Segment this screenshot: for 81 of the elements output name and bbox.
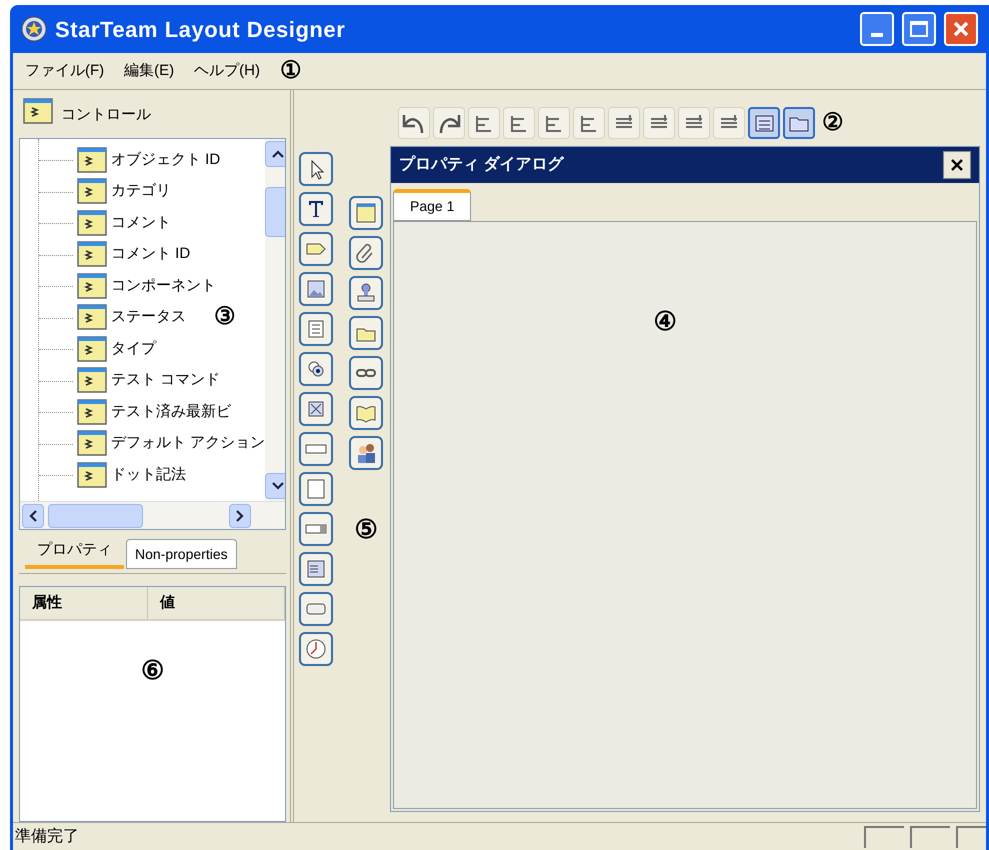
close-button[interactable] <box>943 151 971 179</box>
callout-number: ① <box>280 56 302 86</box>
control-icon <box>77 304 107 330</box>
menu-item[interactable]: 編集(E) <box>124 60 174 82</box>
scroll-left-button[interactable] <box>22 504 44 528</box>
scroll-down-button[interactable] <box>265 473 285 499</box>
chevron-right-icon <box>236 510 244 522</box>
control-icon <box>77 272 107 299</box>
clock-icon <box>304 637 328 661</box>
control-icon <box>77 241 107 268</box>
tool-button[interactable] <box>299 432 333 466</box>
tool-button[interactable] <box>299 472 333 506</box>
tree-item[interactable]: コンポーネント <box>111 274 216 297</box>
panel-title: コントロール <box>61 104 151 125</box>
tree-item[interactable]: カテゴリ <box>111 180 171 202</box>
tool-button[interactable] <box>299 312 333 346</box>
control-icon <box>77 462 107 488</box>
control-icon <box>77 398 107 425</box>
scroll-up-button[interactable] <box>265 141 285 167</box>
scroll-right-button[interactable] <box>229 504 251 528</box>
callout-number: ② <box>822 108 844 138</box>
dialog-tab[interactable]: Page 1 <box>393 189 472 221</box>
close-icon <box>952 20 970 38</box>
tree-item[interactable]: コメント <box>111 212 171 234</box>
maximize-button[interactable] <box>902 12 936 46</box>
status-panel <box>956 826 986 848</box>
tree-item[interactable]: タイプ <box>111 338 156 360</box>
callout-number: ⑤ <box>354 513 378 546</box>
close-icon <box>950 158 964 172</box>
menu-item[interactable]: ファイル(F) <box>25 60 104 82</box>
tree-item[interactable]: テスト コマンド <box>111 369 220 392</box>
chevron-left-icon <box>29 510 37 522</box>
panel-tab[interactable]: Non-properties <box>126 539 237 569</box>
dialog-title: プロパティ ダイアログ <box>399 154 565 175</box>
control-icon <box>77 367 107 394</box>
tool-button[interactable] <box>299 352 333 386</box>
tool-button[interactable] <box>299 192 333 226</box>
tree-item[interactable]: オブジェクト ID <box>111 148 220 171</box>
tool-button[interactable] <box>349 316 383 350</box>
scroll-thumb[interactable] <box>48 504 143 528</box>
tree-item[interactable]: ドット記法 <box>111 464 186 486</box>
tool-button[interactable] <box>349 196 383 230</box>
status-panel <box>864 826 904 848</box>
tool-button[interactable] <box>299 392 333 426</box>
callout-number: ④ <box>654 305 676 338</box>
control-icon <box>354 201 378 225</box>
callout-number: ③ <box>214 302 236 332</box>
chevron-up-icon <box>272 150 284 158</box>
tool-button[interactable] <box>349 276 383 310</box>
tool-button[interactable] <box>299 512 333 546</box>
tool-button[interactable] <box>349 356 383 390</box>
status-text: 準備完了 <box>14 826 80 846</box>
window-title: StarTeam Layout Designer <box>55 16 346 44</box>
control-icon <box>77 146 107 173</box>
tool-button[interactable] <box>299 592 333 626</box>
tree-item[interactable]: テスト済み最新ビ <box>111 400 231 423</box>
chevron-down-icon <box>272 482 284 490</box>
tool-button[interactable] <box>299 232 333 266</box>
tree-item[interactable]: デフォルト アクション <box>111 432 266 454</box>
scroll-thumb[interactable] <box>265 187 285 237</box>
menu-item[interactable]: ヘルプ(H) <box>194 60 260 82</box>
control-icon <box>77 178 107 204</box>
status-panel <box>910 826 950 848</box>
toolbar-button[interactable] <box>783 107 815 139</box>
tool-button[interactable] <box>349 396 383 430</box>
tool-button[interactable] <box>299 272 333 306</box>
column-header[interactable]: 属性 <box>20 587 148 619</box>
callout-number: ⑥ <box>141 654 164 687</box>
control-icon <box>77 210 107 236</box>
tool-button[interactable] <box>299 552 333 586</box>
tool-button[interactable] <box>299 152 333 186</box>
control-icon <box>23 98 53 124</box>
column-header[interactable]: 値 <box>148 587 285 619</box>
control-icon <box>77 430 107 456</box>
star-logo-icon <box>21 16 47 42</box>
tree-item[interactable]: ステータス <box>111 306 186 328</box>
tree-item[interactable]: コメント ID <box>111 243 190 266</box>
minimize-button[interactable] <box>860 12 894 46</box>
toolbar-button[interactable] <box>748 107 780 139</box>
tool-button[interactable] <box>299 632 333 666</box>
control-icon <box>77 336 107 362</box>
